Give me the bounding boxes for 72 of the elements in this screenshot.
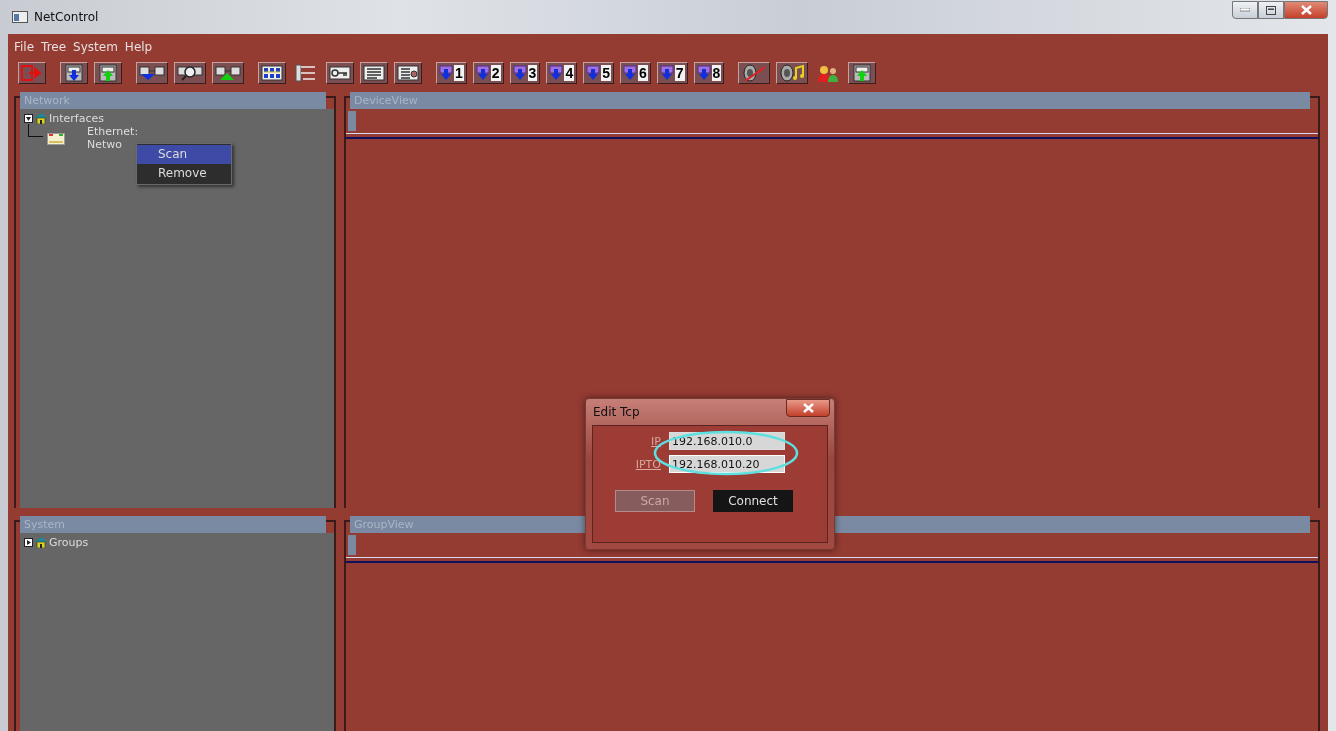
app-icon [12, 11, 28, 23]
list-icon [363, 65, 385, 81]
tree-list-icon [295, 64, 317, 82]
network-download-icon [139, 65, 165, 81]
toolbar-button[interactable] [326, 62, 354, 84]
network-card-icon [47, 133, 65, 145]
close-button[interactable] [786, 399, 830, 417]
toolbar-button[interactable] [258, 62, 286, 84]
menu-item[interactable]: Tree [41, 40, 67, 54]
toolbar-button[interactable] [848, 62, 877, 84]
toolbar-button[interactable] [136, 62, 168, 84]
maximize-button[interactable] [1258, 1, 1284, 19]
menu-item[interactable]: System [73, 40, 118, 54]
toolbar-button[interactable]: 6 [620, 62, 651, 84]
close-icon [1300, 5, 1312, 15]
download-icon [512, 65, 527, 81]
toolbar-button[interactable]: 7 [656, 62, 688, 84]
close-icon [802, 403, 814, 413]
key-icon [329, 66, 351, 80]
download-icon [586, 65, 601, 81]
house-icon [35, 537, 47, 548]
toolbar-button[interactable]: 1 [436, 62, 467, 84]
users-icon [817, 64, 840, 82]
download-icon [439, 65, 453, 81]
toolbar-button[interactable] [174, 62, 206, 84]
network-upload-icon [215, 65, 241, 81]
minimize-icon [1240, 8, 1250, 12]
download-icon [696, 65, 711, 81]
exit-icon [21, 65, 43, 81]
toolbar-button[interactable] [776, 62, 809, 84]
dialog-title: Edit Tcp [593, 405, 640, 419]
house-icon [35, 113, 47, 124]
toolbar-button[interactable]: 3 [509, 62, 541, 84]
download-icon [623, 65, 637, 81]
music-speaker-icon [779, 64, 806, 82]
node-label[interactable]: Interfaces [49, 112, 104, 125]
menu-item[interactable]: Remove [137, 164, 231, 183]
menu-item[interactable]: Scan [137, 145, 231, 164]
download-icon [65, 64, 83, 82]
menu-item[interactable]: Help [124, 40, 153, 54]
toolbar-button[interactable] [212, 62, 244, 84]
toolbar-button[interactable] [60, 62, 88, 84]
field-label: IPTO [634, 457, 661, 471]
maximize-icon [1266, 5, 1276, 15]
toolbar-button[interactable]: 2 [472, 62, 504, 84]
toolbar-button[interactable]: 8 [693, 62, 725, 84]
connect-button[interactable]: Connect [713, 490, 793, 512]
download-icon [549, 65, 564, 81]
magnifier-icon [177, 65, 203, 81]
download-icon [475, 65, 490, 81]
menu-item[interactable]: File [14, 40, 35, 54]
list-icon [397, 65, 419, 81]
toolbar-button[interactable] [94, 62, 122, 84]
toolbar-button[interactable] [738, 62, 771, 84]
grid-icon [261, 65, 283, 81]
toolbar-button[interactable]: 4 [546, 62, 578, 84]
toolbar-button[interactable] [18, 62, 46, 84]
close-button[interactable] [1284, 1, 1328, 19]
node-label[interactable]: Netwo [87, 138, 139, 151]
upload-icon [853, 64, 872, 82]
toolbar-button[interactable] [394, 62, 422, 84]
minimize-button[interactable] [1232, 1, 1258, 19]
muted-speaker-icon [741, 64, 768, 82]
window-title: NetControl [34, 10, 99, 24]
node-label[interactable]: Ethernet: [87, 125, 139, 138]
download-icon [659, 65, 674, 81]
upload-icon [99, 64, 117, 82]
field-label: IP [650, 434, 661, 448]
node-label[interactable]: Groups [49, 536, 89, 549]
toolbar-button[interactable] [360, 62, 388, 84]
toolbar-button[interactable]: 5 [583, 62, 614, 84]
input-field[interactable]: 192.168.010.20 [669, 455, 785, 473]
